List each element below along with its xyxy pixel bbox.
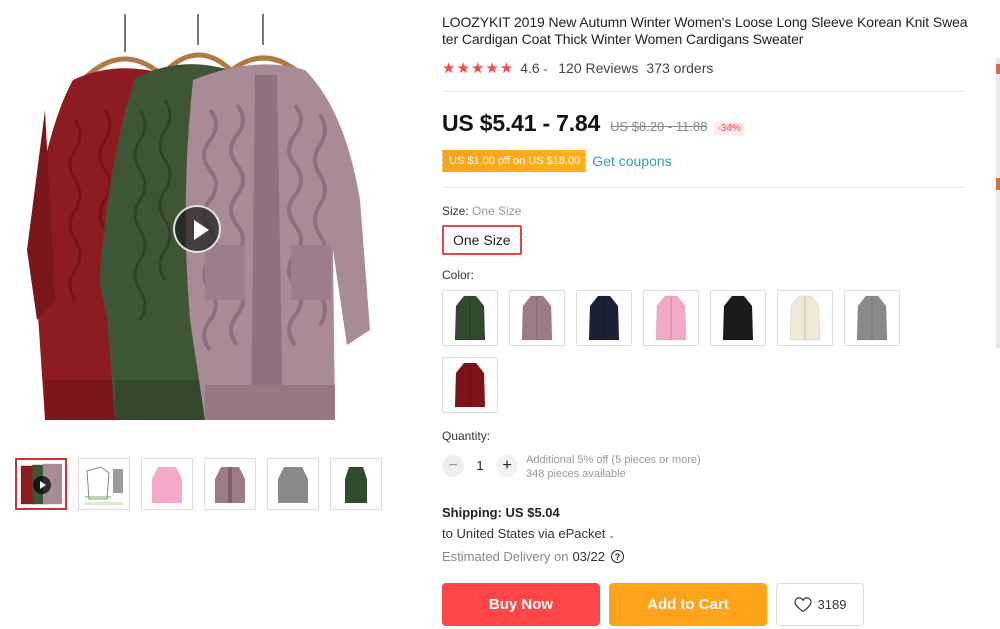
cardigan-icon bbox=[588, 295, 620, 341]
add-to-cart-button[interactable]: Add to Cart bbox=[609, 583, 767, 626]
rating-row: ★★★★★ 4.6 ⌄ 120 Reviews 373 orders bbox=[442, 59, 970, 77]
chevron-down-icon[interactable]: ⌄ bbox=[542, 63, 550, 74]
product-title: LOOZYKIT 2019 New Autumn Winter Women's … bbox=[442, 14, 968, 47]
price-row: US $5.41 - 7.84 US $8.20 - 11.88 -34% bbox=[442, 110, 970, 137]
thumbnail-gray[interactable] bbox=[267, 458, 319, 510]
quantity-value[interactable]: 1 bbox=[464, 455, 496, 477]
thumbnail-size-chart[interactable] bbox=[78, 458, 130, 510]
side-panel-edge bbox=[996, 58, 1000, 348]
color-swatch-mauve[interactable] bbox=[509, 290, 565, 346]
pieces-available: 348 pieces available bbox=[526, 468, 626, 480]
cardigan-icon bbox=[454, 362, 486, 408]
original-price: US $8.20 - 11.88 bbox=[610, 119, 708, 134]
get-coupons-link[interactable]: Get coupons bbox=[592, 153, 671, 169]
shipping-price: Shipping: US $5.04 bbox=[442, 505, 560, 520]
delivery-date: 03/22 bbox=[572, 549, 605, 564]
thumbnail-pink[interactable] bbox=[141, 458, 193, 510]
mauve-cardigan-icon bbox=[205, 459, 255, 509]
cardigan-icon bbox=[655, 295, 687, 341]
current-price: US $5.41 - 7.84 bbox=[442, 110, 601, 136]
quantity-stepper: − 1 + Additional 5% off (5 pieces or mor… bbox=[442, 453, 970, 481]
wishlist-count: 3189 bbox=[817, 597, 847, 612]
coupon-badge[interactable]: US $1.00 off on US $18.00 bbox=[440, 150, 587, 172]
cardigan-icon bbox=[856, 295, 888, 341]
color-swatch-black[interactable] bbox=[710, 290, 766, 346]
estimated-delivery: Estimated Delivery on 03/22 ? bbox=[442, 549, 970, 564]
divider bbox=[442, 187, 965, 188]
main-product-image[interactable] bbox=[15, 0, 407, 440]
increase-quantity-button[interactable]: + bbox=[496, 455, 518, 477]
size-option-one-size[interactable]: One Size bbox=[442, 225, 522, 255]
help-icon[interactable]: ? bbox=[611, 550, 624, 563]
thumbnail-video[interactable] bbox=[15, 458, 67, 510]
shipping-destination-text[interactable]: to United States via ePacket bbox=[442, 526, 605, 541]
action-buttons: Buy Now Add to Cart 3189 bbox=[442, 583, 864, 626]
size-label: Size: One Size bbox=[442, 204, 970, 218]
orders-count: 373 orders bbox=[646, 60, 714, 76]
color-swatch-dark-green[interactable] bbox=[442, 290, 498, 346]
color-label: Color: bbox=[442, 268, 475, 282]
buy-now-button[interactable]: Buy Now bbox=[442, 583, 600, 626]
bulk-discount-note: Additional 5% off (5 pieces or more) bbox=[526, 454, 701, 466]
decrease-quantity-button[interactable]: − bbox=[442, 455, 464, 477]
color-swatch-navy[interactable] bbox=[576, 290, 632, 346]
shipping-destination[interactable]: to United States via ePacket ⌄ bbox=[442, 526, 970, 541]
cardigan-icon bbox=[722, 295, 754, 341]
rating-value[interactable]: 4.6 bbox=[520, 60, 539, 76]
color-swatches bbox=[442, 290, 912, 413]
cardigan-icon bbox=[454, 295, 486, 341]
cardigan-icon bbox=[521, 295, 553, 341]
product-info: LOOZYKIT 2019 New Autumn Winter Women's … bbox=[440, 14, 970, 564]
rating-stars-icon: ★★★★★ bbox=[442, 60, 515, 77]
thumbnail-dark-green[interactable] bbox=[330, 458, 382, 510]
thumbnail-mauve[interactable] bbox=[204, 458, 256, 510]
color-swatch-beige[interactable] bbox=[777, 290, 833, 346]
thumbnail-play-icon bbox=[33, 476, 51, 494]
chevron-down-icon[interactable]: ⌄ bbox=[608, 531, 615, 540]
color-swatch-wine-red[interactable] bbox=[442, 357, 498, 413]
color-swatch-pink[interactable] bbox=[643, 290, 699, 346]
wishlist-button[interactable]: 3189 bbox=[776, 583, 864, 626]
divider bbox=[442, 91, 965, 92]
reviews-link[interactable]: 120 Reviews bbox=[558, 60, 638, 76]
cardigan-icon bbox=[789, 295, 821, 341]
quantity-note: Additional 5% off (5 pieces or more) 348… bbox=[526, 453, 701, 481]
color-swatch-gray[interactable] bbox=[844, 290, 900, 346]
size-chart-icon bbox=[79, 459, 129, 509]
discount-badge: -34% bbox=[714, 122, 744, 135]
size-selected-value: One Size bbox=[472, 204, 522, 218]
size-label-text: Size: bbox=[442, 204, 469, 218]
thumbnail-strip bbox=[15, 458, 382, 510]
product-gallery bbox=[15, 0, 407, 450]
coupon-row: US $1.00 off on US $18.00 Get coupons bbox=[440, 150, 970, 172]
quantity-label: Quantity: bbox=[442, 429, 491, 443]
heart-icon bbox=[793, 596, 812, 612]
delivery-label: Estimated Delivery on bbox=[442, 549, 569, 564]
video-play-button[interactable] bbox=[173, 205, 221, 253]
gray-cardigan-icon bbox=[268, 459, 318, 509]
pink-cardigan-icon bbox=[142, 459, 192, 509]
green-cardigan-icon bbox=[331, 459, 381, 509]
